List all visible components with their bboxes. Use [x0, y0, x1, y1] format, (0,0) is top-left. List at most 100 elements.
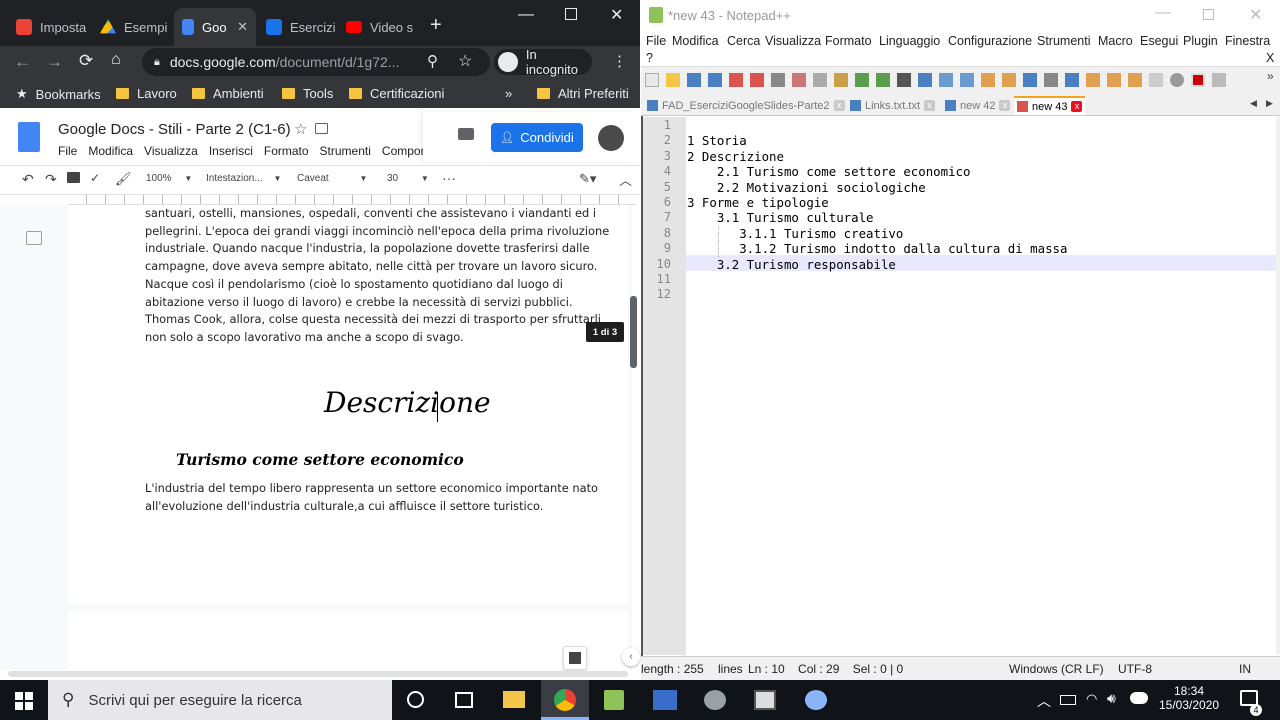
undo-icon[interactable]: ↶ [22, 171, 34, 188]
redo-icon[interactable] [876, 73, 890, 87]
save-icon[interactable] [687, 73, 701, 87]
other-bookmarks[interactable]: Altri Preferiti [537, 86, 629, 101]
close-window-button[interactable]: ✕ [610, 5, 623, 25]
paint-format-icon[interactable]: 🖌︎ [115, 171, 132, 187]
volume-icon[interactable]: 🔊︎ [1107, 690, 1116, 707]
editor-scrollbar[interactable] [1276, 117, 1280, 655]
menu-formato[interactable]: Formato [264, 144, 309, 158]
code-line[interactable]: 2 Descrizione [687, 149, 784, 164]
npp-menu-macro[interactable]: Macro [1098, 34, 1133, 48]
collapse-icon[interactable]: ︿ [619, 170, 632, 189]
star-icon[interactable]: ☆ [458, 51, 472, 71]
tab-close-icon[interactable]: x [833, 100, 845, 111]
tab-video[interactable]: Video s [338, 8, 414, 46]
font-select[interactable]: Caveat ▼ [297, 173, 367, 184]
font-size-select[interactable]: 30 ▼ [387, 173, 429, 184]
windows-start-icon[interactable] [15, 692, 33, 710]
save-all-icon[interactable] [708, 73, 722, 87]
sync-h-icon[interactable] [1002, 73, 1016, 87]
side-panel-toggle-icon[interactable]: ‹ [622, 648, 640, 666]
docs-scrollbar-thumb[interactable] [630, 296, 637, 368]
share-button[interactable]: 👤︎ Condividi [491, 123, 583, 152]
onedrive-icon[interactable] [1130, 692, 1148, 704]
chevron-up-icon[interactable]: ︿ [1037, 691, 1051, 711]
tab-scroll-left-icon[interactable]: ◀ [1250, 98, 1257, 109]
npp-menu-linguaggio[interactable]: Linguaggio [879, 34, 940, 48]
npp-tab-new42[interactable]: new 42 x [942, 96, 1013, 115]
tab-esercizi[interactable]: Esercizi [258, 8, 336, 46]
code-line[interactable]: 3 Forme e tipologie [687, 195, 829, 210]
npp-menu-finestra[interactable]: Finestra [1225, 34, 1270, 48]
tab-close-icon[interactable]: x [1071, 101, 1083, 112]
npp-tab-new43[interactable]: new 43 x [1014, 96, 1086, 115]
code-line[interactable]: 3.1.2 Turismo indotto dalla cultura di m… [687, 241, 1067, 256]
bookmarks-button[interactable]: ★ Bookmarks [16, 86, 101, 102]
star-doc-icon[interactable]: ☆ [294, 120, 307, 138]
npp-minimize-button[interactable]: — [1155, 4, 1171, 22]
zoom-in-icon[interactable] [939, 73, 953, 87]
minimize-button[interactable]: — [518, 6, 534, 24]
file-explorer-icon[interactable] [503, 691, 525, 708]
battery-icon[interactable] [1060, 695, 1076, 705]
outline-icon[interactable] [26, 231, 42, 245]
tab-close-icon[interactable]: ✕ [237, 19, 248, 35]
comments-icon[interactable] [458, 128, 474, 140]
bookmark-folder-ambienti[interactable]: Ambienti [192, 86, 264, 101]
avatar[interactable] [598, 125, 624, 151]
explore-button[interactable] [563, 646, 587, 670]
wrap-icon[interactable] [1023, 73, 1037, 87]
open-file-icon[interactable] [666, 73, 680, 87]
print-icon[interactable] [67, 172, 80, 183]
window-app-icon[interactable] [754, 690, 776, 710]
docs-logo-icon[interactable] [18, 122, 40, 152]
code-line[interactable]: 2.2 Motivazioni sociologiche [687, 180, 926, 195]
media-app-icon[interactable] [653, 690, 677, 710]
notepadpp-taskbar-icon[interactable] [604, 690, 624, 710]
move-folder-icon[interactable] [315, 123, 328, 134]
more-icon[interactable]: ··· [442, 170, 456, 186]
cut-icon[interactable] [792, 73, 806, 87]
monitoring-icon[interactable] [1170, 73, 1184, 87]
doc-title[interactable]: Google Docs - Stili - Parte 2 (C1-6) [58, 121, 291, 138]
sync-v-icon[interactable] [981, 73, 995, 87]
tab-close-icon[interactable]: x [999, 100, 1011, 111]
chrome-taskbar-button[interactable] [541, 680, 589, 720]
replace-icon[interactable] [918, 73, 932, 87]
npp-menu-modifica[interactable]: Modifica [672, 34, 719, 48]
npp-menu-visualizza[interactable]: Visualizza [765, 34, 821, 48]
tab-esempi[interactable]: Esempi [92, 8, 172, 46]
home-icon[interactable]: ⌂ [111, 51, 121, 69]
back-icon[interactable]: ← [14, 52, 31, 72]
stop-macro-icon[interactable] [1212, 73, 1226, 87]
menu-strumenti[interactable]: Strumenti [320, 144, 371, 158]
search-icon[interactable]: ⚲ [427, 52, 438, 70]
close-all-icon[interactable] [750, 73, 764, 87]
paste-icon[interactable] [834, 73, 848, 87]
npp-menu-help[interactable]: ? [646, 51, 653, 65]
bookmark-folder-lavoro[interactable]: Lavoro [116, 86, 177, 101]
npp-menu-esegui[interactable]: Esegui [1140, 34, 1178, 48]
bookmark-folder-tools[interactable]: Tools [282, 86, 333, 101]
npp-menu-plugin[interactable]: Plugin [1183, 34, 1218, 48]
bookmark-folder-certificazioni[interactable]: Certificazioni [349, 86, 444, 101]
undo-icon[interactable] [855, 73, 869, 87]
npp-tab-fad[interactable]: FAD_EserciziGoogleSlides-Parte2 x [644, 96, 848, 115]
chrome-menu-icon[interactable]: ⋮ [612, 52, 627, 70]
npp-menu-strumenti[interactable]: Strumenti [1037, 34, 1091, 48]
find-icon[interactable] [897, 73, 911, 87]
taskbar-search[interactable]: ⚲ Scrivi qui per eseguire la ricerca [48, 680, 392, 720]
npp-menu-cerca[interactable]: Cerca [727, 34, 760, 48]
reload-icon[interactable]: ⟳ [79, 51, 93, 71]
code-line[interactable]: 3.1 Turismo culturale [687, 210, 874, 225]
npp-close-button[interactable]: ✕ [1249, 5, 1262, 25]
function-list-icon[interactable] [1128, 73, 1142, 87]
more-bookmarks-button[interactable]: » [505, 86, 512, 101]
copy-icon[interactable] [813, 73, 827, 87]
document-page-2[interactable] [68, 611, 628, 671]
app-icon[interactable] [805, 690, 827, 710]
close-file-icon[interactable] [729, 73, 743, 87]
maximize-button[interactable] [565, 8, 577, 20]
folder-workspace-icon[interactable] [1149, 73, 1163, 87]
show-all-chars-icon[interactable] [1044, 73, 1058, 87]
print-icon[interactable] [771, 73, 785, 87]
